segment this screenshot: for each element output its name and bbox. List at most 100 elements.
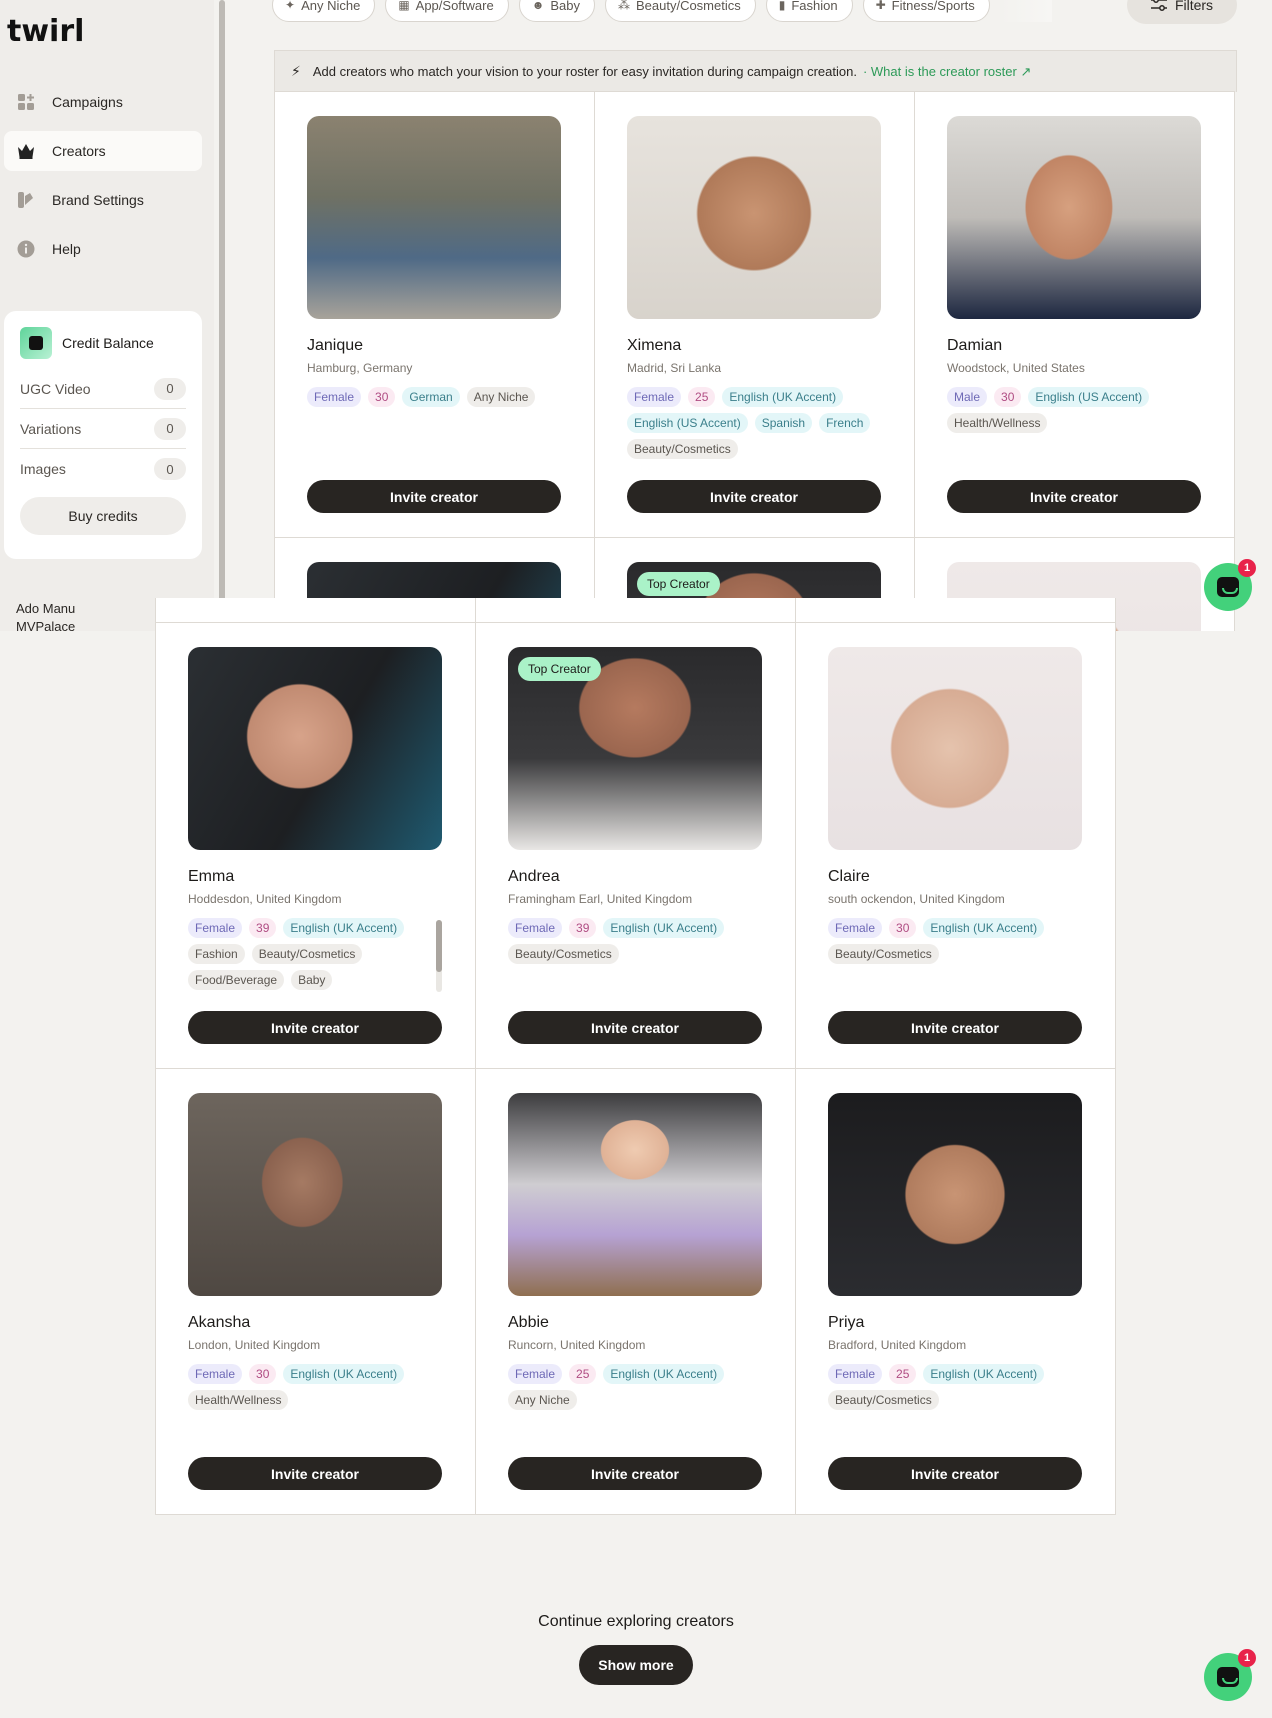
creator-location: Framingham Earl, United Kingdom [508,892,693,906]
tag: Beauty/Cosmetics [828,944,939,964]
tag: Beauty/Cosmetics [251,944,363,964]
tag: English (UK Accent) [283,918,405,938]
top-creator-badge: Top Creator [637,572,720,596]
chip-fitness-sports[interactable]: ✚ Fitness/Sports [862,0,990,22]
creator-location: Runcorn, United Kingdom [508,1338,646,1352]
tag: 25 [569,1364,597,1384]
buy-credits-button[interactable]: Buy credits [20,497,186,535]
creator-roster-link[interactable]: · What is the creator roster ↗ [863,64,1031,80]
tag: Female [627,387,682,407]
chip-label: App/Software [415,0,494,13]
invite-creator-button[interactable]: Invite creator [307,480,561,513]
palette-icon [16,190,36,210]
tag: English (UK Accent) [603,1364,725,1384]
creator-name[interactable]: Janique [307,337,363,355]
chip-app-software[interactable]: ▦ App/Software [385,0,509,22]
creator-photo[interactable] [188,647,442,850]
creator-card: Priya Bradford, United Kingdom Female 25 Eng… [796,1069,1116,1515]
creator-location: Hoddesdon, United Kingdom [188,892,342,906]
tag: English (US Accent) [1028,387,1150,407]
show-more-button[interactable]: Show more [579,1645,693,1685]
creator-grid-viewport: JaniqueHamburg, GermanyFemale30GermanAny… [155,598,1117,1562]
chip-overflow-fade [999,0,1052,22]
tag: Spanish [754,413,813,433]
creator-location: London, United Kingdom [188,1338,321,1352]
creator-photo[interactable]: Top Creator [508,647,762,850]
tag: Health/Wellness [947,413,1048,433]
sidebar-item-creators[interactable]: Creators [4,131,202,171]
credit-label: UGC Video [20,380,91,397]
tag: Any Niche [508,1390,577,1410]
creator-location: Hamburg, Germany [307,361,413,375]
cosmetics-icon: ⁂ [617,0,630,12]
top-viewport: twirl Campaigns Creators Brand Settings … [0,0,1272,631]
creator-card: Abbie Runcorn, United Kingdom Female 25 Engl… [476,1069,796,1515]
creator-tags: Female 30 English (UK Accent) Health/Wellne… [188,1364,442,1410]
sidebar-item-brand-settings[interactable]: Brand Settings [4,180,202,220]
creator-name[interactable]: Ximena [627,337,681,355]
creator-photo[interactable] [508,1093,762,1296]
tag: Beauty/Cosmetics [508,944,619,964]
invite-creator-button[interactable]: Invite creator [627,480,881,513]
creator-card: Janique Hamburg, Germany Female 30 German Any… [275,92,595,538]
creator-name[interactable]: Emma [188,868,234,886]
tag: Male [947,387,988,407]
creator-name[interactable]: Claire [828,868,870,886]
tag: Food/Beverage [188,970,285,990]
logo[interactable]: twirl [7,14,84,49]
invite-creator-button[interactable]: Invite creator [828,1457,1082,1490]
creator-photo[interactable] [307,116,561,319]
creator-photo[interactable] [627,116,881,319]
creator-name[interactable]: Damian [947,337,1002,355]
tag: English (US Accent) [627,413,748,433]
chip-any-niche[interactable]: ✦ Any Niche [272,0,376,22]
grid-plus-icon [16,92,36,112]
creator-card: DamianWoodstock, United StatesMale30Engl… [796,598,1116,623]
tag: Female [307,387,362,407]
dumbbell-icon: ✚ [875,0,886,12]
chat-launcher-button[interactable]: 1 [1204,559,1256,611]
sidebar-scrollbar[interactable] [219,0,225,610]
creator-tags: Female 30 English (UK Accent) Beauty/Cosmet… [828,918,1082,964]
sidebar-item-label: Brand Settings [52,192,144,208]
creator-photo[interactable] [188,1093,442,1296]
invite-creator-button[interactable]: Invite creator [188,1457,442,1490]
creator-tags: Female 30 German Any Niche [307,387,561,407]
chat-launcher-button[interactable]: 1 [1204,1649,1256,1701]
user-info[interactable]: Ado Manu MVPalace [16,600,75,631]
invite-creator-button[interactable]: Invite creator [508,1457,762,1490]
tags-scrollbar[interactable] [436,920,442,992]
sidebar-item-campaigns[interactable]: Campaigns [4,82,202,122]
tag: 30 [249,1364,277,1384]
creator-photo[interactable] [828,1093,1082,1296]
creator-name[interactable]: Akansha [188,1314,250,1332]
tag: Female [828,1364,883,1384]
sidebar-item-label: Creators [52,143,106,159]
invite-creator-button[interactable]: Invite creator [508,1011,762,1044]
creator-location: south ockendon, United Kingdom [828,892,1005,906]
creator-photo[interactable] [828,647,1082,850]
sidebar-item-help[interactable]: Help [4,229,202,269]
creator-name[interactable]: Priya [828,1314,864,1332]
chip-baby[interactable]: ☻ Baby [518,0,595,22]
filters-button[interactable]: Filters [1127,0,1237,24]
tag: English (UK Accent) [603,918,725,938]
tag: Female [508,1364,563,1384]
filters-label: Filters [1174,0,1214,13]
chip-beauty-cosmetics[interactable]: ⁂ Beauty/Cosmetics [604,0,756,22]
creator-name[interactable]: Abbie [508,1314,549,1332]
creator-tags: Female 39 English (UK Accent) Fashion Beauty… [188,918,442,990]
invite-creator-button[interactable]: Invite creator [188,1011,442,1044]
sidebar-item-label: Help [52,241,81,257]
creator-photo[interactable] [947,116,1201,319]
tag: English (UK Accent) [923,1364,1045,1384]
tag: English (UK Accent) [923,918,1045,938]
niche-filter-chips: ✦ Any Niche ▦ App/Software ☻ Baby ⁂ Beauty/C… [272,0,1052,22]
app-icon: ▦ [398,0,410,12]
invite-creator-button[interactable]: Invite creator [828,1011,1082,1044]
chip-fashion[interactable]: ▮ Fashion [765,0,853,22]
credit-count: 0 [154,377,186,400]
tag: 39 [249,918,277,938]
invite-creator-button[interactable]: Invite creator [947,480,1201,513]
creator-name[interactable]: Andrea [508,868,560,886]
